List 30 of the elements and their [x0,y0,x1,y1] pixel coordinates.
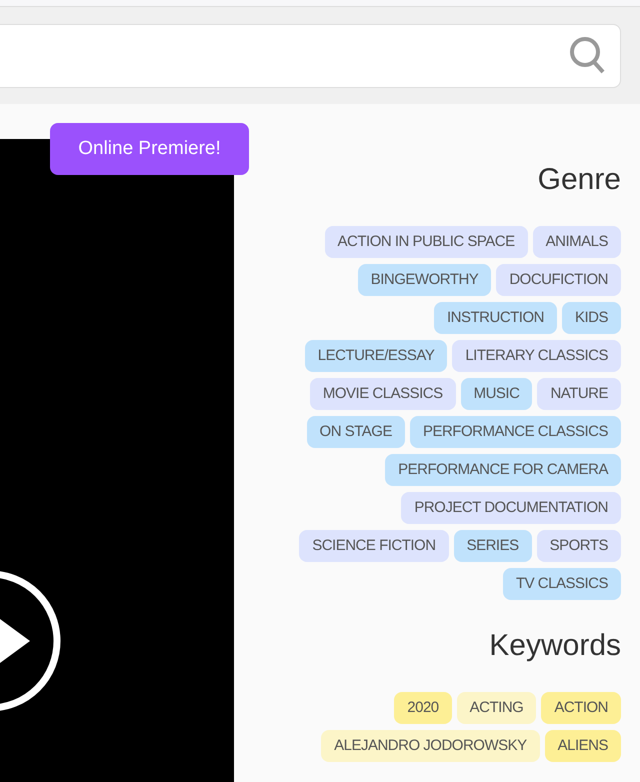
keyword-tag[interactable]: ALEJANDRO JODOROWSKY [321,730,540,762]
keyword-tag[interactable]: ACTION [541,692,621,724]
genre-tag[interactable]: ANIMALS [532,226,621,258]
genre-tag[interactable]: SERIES [454,530,532,562]
search-field[interactable] [0,24,621,88]
genre-tag[interactable]: PROJECT DOCUMENTATION [401,492,621,524]
genre-tag[interactable]: ON STAGE [306,416,405,448]
keyword-tag[interactable]: ACTING [456,692,536,724]
keyword-tag[interactable]: ALIENS [544,730,621,762]
genre-tag[interactable]: TV CLASSICS [502,568,621,600]
genre-tag[interactable]: MOVIE CLASSICS [310,378,456,410]
search-icon[interactable] [570,36,606,74]
genre-tag[interactable]: MUSIC [460,378,532,410]
keyword-tag[interactable]: 2020 [394,692,452,724]
genre-tag[interactable]: PERFORMANCE CLASSICS [410,416,621,448]
genre-tag[interactable]: ACTION IN PUBLIC SPACE [324,226,528,258]
section-heading: Genre [538,162,621,198]
genre-tag[interactable]: NATURE [537,378,621,410]
genre-tag[interactable]: BINGEWORTHY [358,264,492,296]
genre-tag[interactable]: LITERARY CLASSICS [452,340,621,372]
genre-tag[interactable]: DOCUFICTION [496,264,621,296]
genre-tag[interactable]: KIDS [562,302,621,334]
section-heading: Keywords [489,628,621,664]
genre-tag[interactable]: LECTURE/ESSAY [304,340,448,372]
genre-tag[interactable]: INSTRUCTION [434,302,557,334]
premiere-badge: Online Premiere! [50,123,249,175]
video-player[interactable] [0,139,234,782]
genre-tag[interactable]: PERFORMANCE FOR CAMERA [385,454,621,486]
genre-tag[interactable]: SPORTS [536,530,621,562]
genre-tag[interactable]: SCIENCE FICTION [299,530,449,562]
